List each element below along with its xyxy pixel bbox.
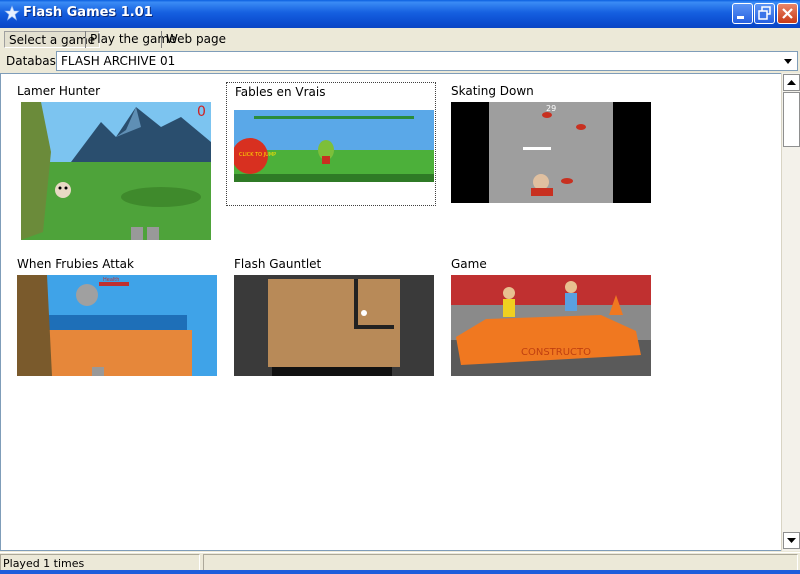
scroll-up-button[interactable]	[783, 74, 800, 91]
game-tile-when-frubies-attak[interactable]: When Frubies Attak Health	[1, 247, 217, 377]
game-title: Game	[451, 257, 487, 271]
scroll-thumb[interactable]	[783, 92, 800, 147]
vertical-scrollbar[interactable]	[781, 73, 800, 551]
close-button[interactable]	[777, 3, 798, 24]
game-thumbnail[interactable]: Health	[17, 275, 217, 376]
scroll-down-button[interactable]	[783, 532, 800, 549]
minimize-button[interactable]	[732, 3, 753, 24]
thumb-label: Health	[103, 277, 119, 283]
app-star-icon	[4, 5, 20, 21]
game-grid: Lamer Hunter 0 Fables en Vrais CLICK TO …	[0, 73, 781, 551]
status-text: Played 1 times	[3, 557, 85, 570]
game-title: Fables en Vrais	[235, 85, 326, 99]
window-title: Flash Games 1.01	[23, 5, 153, 20]
game-tile-lamer-hunter[interactable]: Lamer Hunter 0	[1, 74, 217, 244]
database-value: FLASH ARCHIVE 01	[61, 54, 176, 68]
thumb-label: 29	[546, 104, 556, 113]
game-thumbnail[interactable]: CLICK TO JUMP	[234, 110, 434, 182]
game-thumbnail[interactable]: 29	[451, 102, 651, 203]
thumb-label: CONSTRUCTO	[521, 347, 591, 358]
game-thumbnail[interactable]: 0	[21, 102, 211, 240]
game-thumbnail[interactable]	[234, 275, 434, 376]
game-title: When Frubies Attak	[17, 257, 134, 271]
tab-web-page[interactable]: Web page	[161, 31, 230, 48]
svg-text:0: 0	[197, 104, 206, 120]
chevron-down-icon	[787, 538, 796, 543]
restore-icon	[758, 6, 771, 20]
title-bar[interactable]: Flash Games 1.01	[0, 0, 800, 28]
database-select[interactable]: FLASH ARCHIVE 01	[56, 51, 798, 71]
game-tile-flash-gauntlet[interactable]: Flash Gauntlet	[218, 247, 434, 377]
game-title: Flash Gauntlet	[234, 257, 322, 271]
chevron-up-icon	[787, 80, 796, 85]
chevron-down-icon[interactable]	[780, 53, 796, 69]
game-tile-fables-en-vrais[interactable]: Fables en Vrais CLICK TO JUMP	[226, 82, 436, 206]
taskbar-strip	[0, 570, 800, 574]
close-icon	[782, 8, 793, 19]
maximize-button[interactable]	[754, 3, 775, 24]
database-row: Database FLASH ARCHIVE 01	[0, 50, 800, 72]
menu-bar: Select a game Play the game Web page	[0, 28, 800, 50]
thumb-label: CLICK TO JUMP	[239, 152, 276, 158]
game-title: Skating Down	[451, 84, 534, 98]
app-window: Flash Games 1.01 Select a game Play the …	[0, 0, 800, 574]
game-tile-game[interactable]: Game CONSTRUCTO	[435, 247, 651, 377]
database-label: Database	[6, 54, 64, 68]
game-tile-skating-down[interactable]: Skating Down 29	[435, 74, 651, 204]
game-title: Lamer Hunter	[17, 84, 101, 98]
minimize-icon	[737, 16, 744, 19]
game-thumbnail[interactable]: CONSTRUCTO	[451, 275, 651, 376]
